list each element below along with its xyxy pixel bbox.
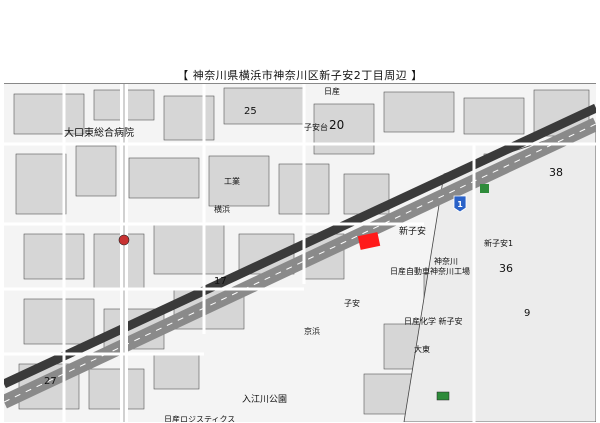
label-nissan-logistics: 日産ロジスティクス [164, 414, 235, 422]
label-koyasudai: 子安台 [304, 122, 328, 132]
block-number-38: 38 [549, 166, 563, 179]
label-yokohama: 横浜 [214, 204, 230, 214]
block-number-17: 17 [214, 276, 227, 287]
block-number-20: 20 [329, 118, 344, 132]
park-icon [480, 184, 489, 193]
map-title: 【 神奈川県横浜市神奈川区新子安2丁目周辺 】 [177, 69, 423, 82]
label-koyasu: 子安 [344, 298, 360, 308]
route-number: 1 [457, 200, 463, 209]
label-hospital: 大口東総合病院 [64, 126, 134, 139]
label-kanagawa: 神奈川 [434, 256, 458, 266]
block-number-27: 27 [44, 376, 57, 387]
label-factory: 工業 [224, 176, 240, 186]
route-shield-icon: 1 [453, 195, 467, 213]
label-kanagawa-factory: 日産自動車神奈川工場 [390, 266, 470, 276]
label-shinkoyasu1: 新子安1 [484, 238, 513, 248]
label-minato-kinen: 日産 [324, 86, 340, 96]
label-keihin: 京浜 [304, 326, 320, 336]
label-nissan-shinkoyasu: 日産化学 新子安 [404, 316, 463, 326]
map-canvas[interactable]: 1 大口東総合病院 新子安 日産自動車神奈川工場 日産化学 新子安 新子安1 横… [4, 83, 596, 422]
label-daito: 大東 [414, 344, 430, 354]
block-number-36: 36 [499, 262, 513, 275]
label-iriegawa-park: 入江川公園 [242, 394, 287, 405]
station-icon [436, 391, 450, 401]
label-shinkoyasu-station: 新子安 [399, 225, 426, 237]
block-number-9: 9 [524, 308, 530, 319]
temple-icon [118, 234, 130, 246]
block-number-25: 25 [244, 106, 257, 117]
